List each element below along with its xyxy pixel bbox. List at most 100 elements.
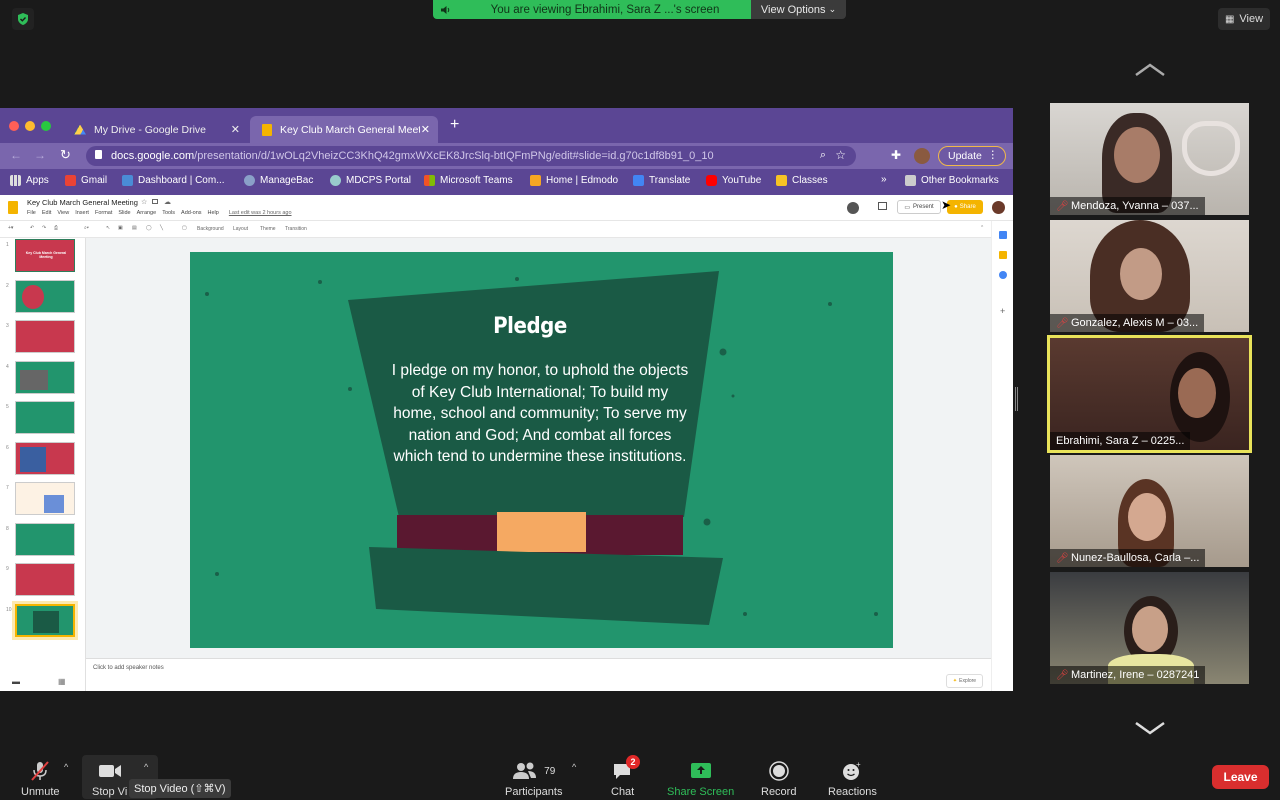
profile-avatar[interactable] [914,148,930,164]
zoom-icon[interactable]: ⌕▾ [84,225,89,231]
view-button[interactable]: ▦ View [1218,8,1270,30]
select-icon[interactable]: ↖ [106,225,110,231]
leave-button[interactable]: Leave [1212,765,1269,789]
extensions-icon[interactable]: ✚ [891,148,901,162]
transition-button[interactable]: Transition [285,226,307,232]
share-button[interactable]: ● Share [947,200,983,214]
keep-icon[interactable] [999,251,1007,259]
scroll-down-chevron-icon[interactable] [1134,720,1166,736]
calendar-icon[interactable] [999,231,1007,239]
shape-icon[interactable]: ◯ [146,225,152,231]
reactions-button[interactable]: + Reactions [828,760,877,798]
explore-button[interactable]: ✦ Explore [946,674,983,688]
stop-video-button[interactable]: Stop Vi [92,760,127,798]
maximize-window-dot[interactable] [41,121,51,131]
tab-google-drive[interactable]: My Drive - Google Drive ✕ [62,116,248,143]
current-slide[interactable]: Pledge I pledge on my honor, to uphold t… [190,252,893,648]
present-button[interactable]: ▭ Present [897,200,941,214]
back-icon[interactable]: ← [10,148,22,162]
menu-edit[interactable]: Edit [42,210,51,216]
layout-button[interactable]: Layout [233,226,248,232]
user-avatar[interactable] [992,201,1005,214]
video-options-chevron-icon[interactable]: ^ [144,762,148,772]
participant-tile[interactable]: 🎤︎ Mendoza, Yvanna – 037... [1050,103,1249,215]
filmstrip-view-icon[interactable]: ▦ [58,677,66,686]
slide-thumb-1[interactable]: Key Club March General Meeting [15,239,75,272]
panel-resize-handle[interactable] [1015,387,1018,411]
close-tab-icon[interactable]: ✕ [421,123,430,136]
view-options-button[interactable]: View Options ⌄ [751,0,846,19]
bookmark-dashboard[interactable]: Dashboard | Com... [122,175,225,186]
move-folder-icon[interactable] [152,199,158,204]
bookmark-teams[interactable]: Microsoft Teams [424,175,513,186]
speaker-notes[interactable]: Click to add speaker notes ✦ Explore [86,658,991,691]
reload-icon[interactable]: ↻ [60,147,71,163]
slide-thumb-3[interactable] [15,320,75,353]
undo-icon[interactable]: ↶ [30,225,34,231]
record-button[interactable]: Record [761,760,796,798]
menu-help[interactable]: Help [208,210,219,216]
bookmark-classes[interactable]: Classes [776,175,828,186]
slide-thumb-10[interactable] [12,601,78,640]
participants-button[interactable]: 79 Participants [505,760,562,798]
presentation-title[interactable]: Key Club March General Meeting [27,198,138,207]
background-button[interactable]: Background [197,226,224,232]
bookmark-edmodo[interactable]: Home | Edmodo [530,175,618,186]
add-slide-icon[interactable]: +▾ [8,225,13,231]
slide-thumb-8[interactable] [15,523,75,556]
bookmark-translate[interactable]: Translate [633,175,690,186]
slide-thumb-9[interactable] [15,563,75,596]
image-icon[interactable]: ▤ [132,225,137,231]
redo-icon[interactable]: ↷ [42,225,46,231]
close-window-dot[interactable] [9,121,19,131]
slide-thumb-6[interactable] [15,442,75,475]
update-button[interactable]: Update ⋮ [938,146,1006,166]
minimize-window-dot[interactable] [25,121,35,131]
scroll-up-chevron-icon[interactable] [1134,62,1166,78]
participant-tile[interactable]: 🎤︎ Nunez-Baullosa, Carla –... [1050,455,1249,567]
close-tab-icon[interactable]: ✕ [231,123,240,136]
star-icon[interactable]: ☆ [141,198,147,206]
bookmark-youtube[interactable]: YouTube [706,175,761,186]
menu-view[interactable]: View [57,210,69,216]
slide-thumb-2[interactable] [15,280,75,313]
comment-add-icon[interactable]: ▢ [182,225,187,231]
bookmark-apps[interactable]: Apps [10,175,49,186]
tasks-icon[interactable] [999,271,1007,279]
menu-addons[interactable]: Add-ons [181,210,202,216]
menu-format[interactable]: Format [95,210,112,216]
share-screen-button[interactable]: Share Screen [667,760,734,798]
slide-thumb-4[interactable] [15,361,75,394]
participant-tile-active[interactable]: Ebrahimi, Sara Z – 0225... [1047,335,1252,453]
grid-view-icon[interactable]: ▬ [12,677,20,686]
security-shield-icon[interactable] [12,8,34,30]
add-addon-icon[interactable]: + [1000,306,1005,316]
theme-button[interactable]: Theme [260,226,276,232]
audio-options-chevron-icon[interactable]: ^ [64,762,68,772]
bookmark-managebac[interactable]: ManageBac [244,175,313,186]
bookmark-star-icon[interactable]: ☆ [835,148,846,162]
participants-chevron-icon[interactable]: ^ [572,762,576,772]
participant-tile[interactable]: 🎤︎ Gonzalez, Alexis M – 03... [1050,220,1249,332]
participant-tile[interactable]: 🎤︎ Martinez, Irene – 0287241 [1050,572,1249,684]
new-tab-icon[interactable]: + [450,116,459,134]
forward-icon[interactable]: → [34,148,46,162]
unmute-button[interactable]: Unmute [21,760,60,798]
collapse-toolbar-icon[interactable]: ⌃ [980,225,984,231]
bookmark-other[interactable]: Other Bookmarks [905,175,999,186]
line-icon[interactable]: ╲ [160,225,163,231]
url-field[interactable]: docs.google.com/presentation/d/1wOLq2Vhe… [86,146,856,166]
slide-thumb-5[interactable] [15,401,75,434]
slide-thumb-7[interactable] [15,482,75,515]
menu-insert[interactable]: Insert [75,210,89,216]
menu-tools[interactable]: Tools [162,210,175,216]
tab-key-club[interactable]: Key Club March General Meeti ✕ [250,116,438,143]
bookmark-gmail[interactable]: Gmail [65,175,107,186]
menu-arrange[interactable]: Arrange [137,210,157,216]
bookmark-mdcps[interactable]: MDCPS Portal [330,175,411,186]
menu-slide[interactable]: Slide [118,210,130,216]
comment-icon[interactable] [878,202,887,210]
search-icon[interactable]: ⌕ [820,149,826,162]
last-edit-link[interactable]: Last edit was 2 hours ago [229,210,292,216]
more-bookmarks-icon[interactable]: » [881,174,887,185]
